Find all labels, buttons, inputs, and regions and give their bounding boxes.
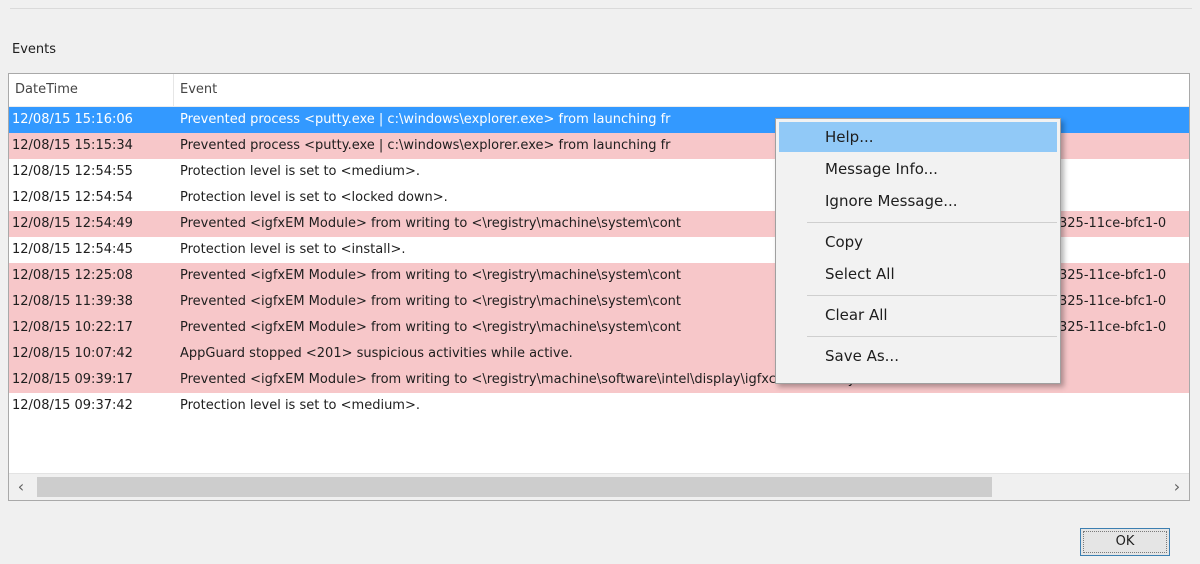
menu-item-select-all[interactable]: Select All [779, 259, 1057, 289]
cell-event-tail: 325-11ce-bfc1-0 [1059, 320, 1167, 335]
cell-event-tail: 325-11ce-bfc1-0 [1059, 268, 1167, 283]
cell-datetime: 12/08/15 15:16:06 [12, 112, 133, 127]
column-header-event[interactable]: Event [174, 74, 1189, 106]
cell-datetime: 12/08/15 12:54:54 [12, 190, 133, 205]
list-header: DateTime Event [9, 74, 1189, 107]
scrollbar-thumb[interactable] [37, 477, 992, 497]
cell-datetime: 12/08/15 12:54:49 [12, 216, 133, 231]
cell-datetime: 12/08/15 12:54:55 [12, 164, 133, 179]
horizontal-scrollbar[interactable]: ‹ › [9, 473, 1189, 500]
column-header-datetime[interactable]: DateTime [9, 74, 174, 106]
cell-event-tail: 325-11ce-bfc1-0 [1059, 294, 1167, 309]
menu-separator [807, 295, 1057, 296]
cell-datetime: 12/08/15 10:07:42 [12, 346, 133, 361]
cell-event: Prevented <igfxEM Module> from writing t… [180, 216, 681, 231]
cell-datetime: 12/08/15 11:39:38 [12, 294, 133, 309]
cell-event: Protection level is set to <medium>. [180, 398, 420, 413]
cell-event: Prevented <igfxEM Module> from writing t… [180, 320, 681, 335]
cell-event: Protection level is set to <locked down>… [180, 190, 448, 205]
context-menu: Help... Message Info... Ignore Message... C… [775, 118, 1061, 384]
table-row[interactable]: 12/08/15 09:37:42 Protection level is set… [9, 393, 1189, 419]
menu-separator [807, 222, 1057, 223]
menu-separator [807, 336, 1057, 337]
scroll-left-icon[interactable]: ‹ [9, 474, 33, 500]
cell-datetime: 12/08/15 10:22:17 [12, 320, 133, 335]
menu-item-ignore-message[interactable]: Ignore Message... [779, 186, 1057, 216]
cell-event-tail: 325-11ce-bfc1-0 [1059, 216, 1167, 231]
cell-datetime: 12/08/15 12:25:08 [12, 268, 133, 283]
cell-event: Prevented process <putty.exe | c:\window… [180, 112, 671, 127]
cell-event: Protection level is set to <install>. [180, 242, 406, 257]
cell-event: Prevented process <putty.exe | c:\window… [180, 138, 671, 153]
scroll-right-icon[interactable]: › [1165, 474, 1189, 500]
cell-event: AppGuard stopped <201> suspicious activi… [180, 346, 573, 361]
events-group-label: Events [12, 42, 57, 57]
menu-item-save-as[interactable]: Save As... [779, 341, 1057, 371]
ok-button[interactable]: OK [1080, 528, 1170, 556]
cell-event: Protection level is set to <medium>. [180, 164, 420, 179]
cell-event: Prevented <igfxEM Module> from writing t… [180, 372, 878, 387]
menu-item-copy[interactable]: Copy [779, 227, 1057, 257]
cell-datetime: 12/08/15 15:15:34 [12, 138, 133, 153]
top-divider [10, 8, 1192, 9]
menu-item-clear-all[interactable]: Clear All [779, 300, 1057, 330]
menu-item-message-info[interactable]: Message Info... [779, 154, 1057, 184]
cell-datetime: 12/08/15 09:37:42 [12, 398, 133, 413]
menu-item-help[interactable]: Help... [779, 122, 1057, 152]
cell-datetime: 12/08/15 12:54:45 [12, 242, 133, 257]
cell-event: Prevented <igfxEM Module> from writing t… [180, 268, 681, 283]
cell-datetime: 12/08/15 09:39:17 [12, 372, 133, 387]
cell-event: Prevented <igfxEM Module> from writing t… [180, 294, 681, 309]
